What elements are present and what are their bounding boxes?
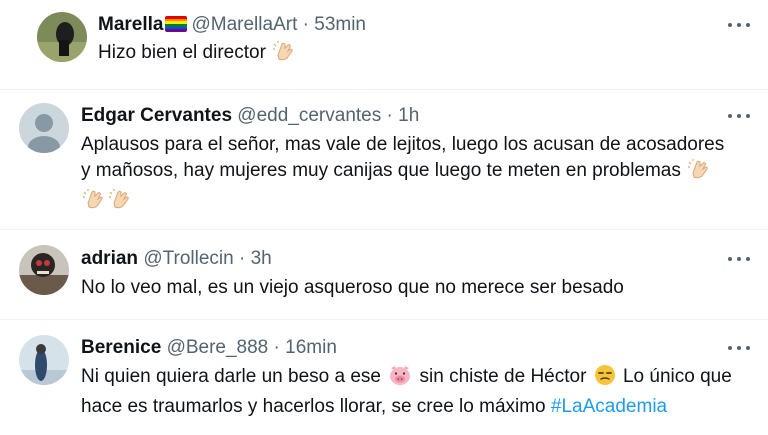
- clapping-hands-icon: [688, 158, 710, 188]
- clapping-hands-icon: [83, 188, 105, 218]
- tweet-line: Aplausos para el señor, mas vale de leji…: [81, 134, 725, 155]
- tweet-line-container: Ni quien quiera darle un beso a ese sin …: [81, 364, 732, 394]
- emoji-line: [81, 188, 724, 218]
- tweet-header: Berenice @Bere_888 · 16min: [81, 336, 337, 360]
- separator-dot: ·: [273, 337, 280, 358]
- tweet-text: No lo veo mal, es un viejo asqueroso que…: [81, 275, 624, 301]
- unamused-face-icon: [594, 364, 616, 394]
- tweet-header: Edgar Cervantes @edd_cervantes · 1h: [81, 104, 419, 128]
- clapping-hands-icon: [273, 40, 295, 70]
- tweet-feed: Marella @MarellaArt · 53min Hizo bien el …: [0, 0, 768, 435]
- separator-dot: ·: [302, 14, 309, 35]
- avatar[interactable]: [37, 12, 87, 62]
- display-name[interactable]: Marella: [98, 14, 163, 35]
- tweet-text-part: Ni quien quiera darle un beso a ese: [81, 366, 381, 387]
- tweet[interactable]: adrian @Trollecin · 3h No lo veo mal, es…: [0, 230, 768, 318]
- rainbow-flag-icon: [165, 16, 188, 32]
- avatar-photo-icon: [37, 12, 87, 62]
- tweet-line: No lo veo mal, es un viejo asqueroso que…: [81, 277, 624, 298]
- hashtag-link[interactable]: #LaAcademia: [551, 396, 667, 417]
- clapping-hands-icon: [109, 188, 131, 218]
- pig-face-icon: [388, 364, 412, 394]
- user-handle[interactable]: @MarellaArt: [191, 14, 297, 35]
- timestamp[interactable]: 53min: [314, 14, 366, 35]
- tweet-line: hace es traumarlos y hacerlos llorar, se…: [81, 396, 546, 417]
- tweet-text: Hizo bien el director: [98, 40, 297, 70]
- avatar-photo-icon: [19, 335, 69, 385]
- tweet[interactable]: Edgar Cervantes @edd_cervantes · 1h Apla…: [0, 90, 768, 228]
- tweet-text-part: sin chiste de Héctor: [419, 366, 587, 387]
- tweet-text: Aplausos para el señor, mas vale de leji…: [81, 132, 724, 218]
- default-avatar-icon: [19, 103, 69, 153]
- tweet[interactable]: Berenice @Bere_888 · 16min Ni quien quie…: [0, 320, 768, 435]
- avatar-photo-icon: [19, 245, 69, 295]
- tweet-line-container: y mañosos, hay mujeres muy canijas que l…: [81, 158, 724, 188]
- avatar[interactable]: [19, 103, 69, 153]
- tweet-text: Ni quien quiera darle un beso a ese sin …: [81, 364, 732, 420]
- tweet-header: adrian @Trollecin · 3h: [81, 247, 272, 271]
- tweet-line: y mañosos, hay mujeres muy canijas que l…: [81, 160, 681, 181]
- timestamp[interactable]: 3h: [251, 248, 272, 269]
- timestamp[interactable]: 1h: [398, 105, 419, 126]
- tweet[interactable]: Marella @MarellaArt · 53min Hizo bien el …: [0, 0, 768, 88]
- more-dots-icon[interactable]: [728, 15, 750, 35]
- tweet-line-container: hace es traumarlos y hacerlos llorar, se…: [81, 394, 732, 420]
- more-dots-icon[interactable]: [728, 106, 750, 126]
- more-dots-icon[interactable]: [728, 249, 750, 269]
- display-name[interactable]: adrian: [81, 248, 138, 269]
- user-handle[interactable]: @Bere_888: [167, 337, 269, 358]
- tweet-line: Hizo bien el director: [98, 42, 266, 63]
- timestamp[interactable]: 16min: [285, 337, 337, 358]
- avatar[interactable]: [19, 335, 69, 385]
- user-handle[interactable]: @edd_cervantes: [237, 105, 381, 126]
- avatar[interactable]: [19, 245, 69, 295]
- more-dots-icon[interactable]: [728, 338, 750, 358]
- separator-dot: ·: [238, 248, 246, 269]
- tweet-header: Marella @MarellaArt · 53min: [98, 13, 366, 37]
- user-handle[interactable]: @Trollecin: [143, 248, 233, 269]
- display-name[interactable]: Edgar Cervantes: [81, 105, 232, 126]
- display-name[interactable]: Berenice: [81, 337, 161, 358]
- tweet-text-part: Lo único que: [622, 366, 732, 387]
- separator-dot: ·: [386, 105, 393, 126]
